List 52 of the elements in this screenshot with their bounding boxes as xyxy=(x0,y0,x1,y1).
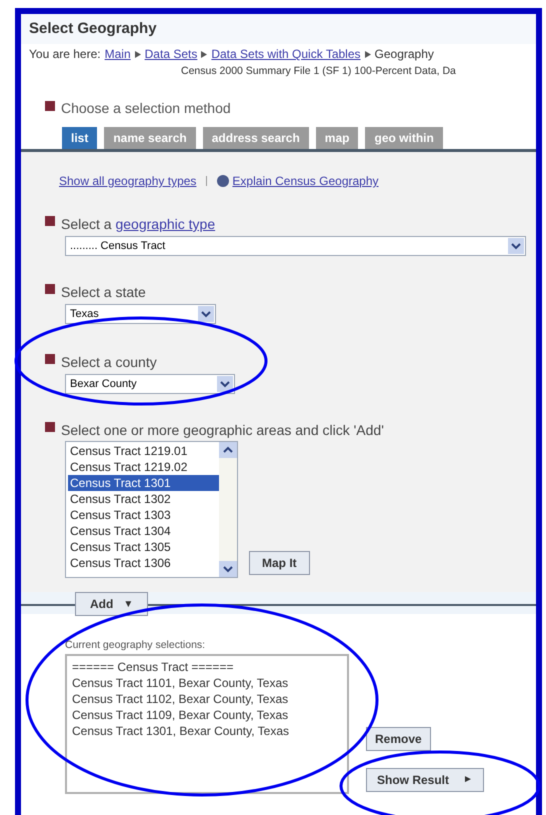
list-option[interactable]: Census Tract 1219.01 xyxy=(68,443,219,459)
caret-icon: ▼ xyxy=(123,596,134,612)
selection-list[interactable]: ====== Census Tract ====== Census Tract 1101, Bexar County, Texas Census Tract 1102, Bexar County, Texas Census Tract 1109, Bexar County, Texas Census Tract 1301, Bexar County, Texas xyxy=(65,654,349,794)
bullet-icon xyxy=(45,101,55,111)
list-option[interactable]: Census Tract 1219.02 xyxy=(68,459,219,475)
list-option[interactable]: Census Tract 1304 xyxy=(68,523,219,539)
area-list[interactable]: Census Tract 1219.01 Census Tract 1219.02 Census Tract 1301 Census Tract 1302 Census Tract 1303 Census Tract 1304 Census Tract 1305 Census Tract 1306 xyxy=(65,441,238,578)
list-option[interactable]: Census Tract 1102, Bexar County, Texas xyxy=(72,690,347,707)
breadcrumb-link[interactable]: Main xyxy=(104,45,131,63)
list-option[interactable]: Census Tract 1301 xyxy=(68,475,219,491)
page-title: Select Geography xyxy=(29,18,157,39)
map-button[interactable]: Map It xyxy=(249,551,310,575)
help-link[interactable]: Explain Census Geography xyxy=(232,172,379,190)
bullet-icon xyxy=(45,216,55,226)
list-option[interactable]: Census Tract 1303 xyxy=(68,507,219,523)
geographic-type-link[interactable]: geographic type xyxy=(115,214,216,235)
scrollbar[interactable] xyxy=(219,442,237,577)
tab[interactable]: list xyxy=(62,127,98,149)
field-label: Select a xyxy=(61,215,113,234)
bullet-icon xyxy=(45,284,55,294)
breadcrumb-link[interactable]: Data Sets xyxy=(144,45,198,63)
breadcrumb-current: Geography xyxy=(374,46,434,63)
list-option[interactable]: Census Tract 1302 xyxy=(68,491,219,507)
list-option[interactable]: Census Tract 1306 xyxy=(68,555,219,571)
list-option[interactable]: Census Tract 1305 xyxy=(68,539,219,555)
add-button[interactable]: Add ▼ xyxy=(75,592,148,616)
bullet-icon xyxy=(45,422,55,432)
scroll-up-icon[interactable] xyxy=(219,442,237,458)
breadcrumb-label: You are here: xyxy=(29,46,101,63)
field-label: Select a county xyxy=(61,353,157,372)
help-link[interactable]: Show all geography types xyxy=(59,172,196,190)
breadcrumb-link[interactable]: Data Sets with Quick Tables xyxy=(211,45,361,63)
bullet-icon xyxy=(45,354,55,364)
breadcrumb-arrow-icon xyxy=(201,50,208,58)
field-label: Select a state xyxy=(61,283,146,302)
field-label: Current geography selections: xyxy=(65,638,206,653)
dataset-name: Census 2000 Summary File 1 (SF 1) 100-Percent Data, Da xyxy=(180,64,457,79)
list-option[interactable]: Census Tract 1109, Bexar County, Texas xyxy=(72,706,347,723)
dropdown[interactable]: ......... Census Tract xyxy=(65,236,526,256)
show-result-button[interactable]: Show Result ► xyxy=(366,768,484,792)
section-label: Choose a selection method xyxy=(61,99,231,118)
dropdown[interactable]: Bexar County xyxy=(65,374,235,394)
play-icon: ► xyxy=(463,772,473,788)
list-option[interactable]: Census Tract 1101, Bexar County, Texas xyxy=(72,674,347,691)
remove-button[interactable]: Remove xyxy=(366,726,431,751)
scroll-down-icon[interactable] xyxy=(219,561,237,577)
field-label: Select one or more geographic areas and click 'Add' xyxy=(61,421,384,440)
list-option[interactable]: Census Tract 1301, Bexar County, Texas xyxy=(72,722,347,739)
breadcrumb-arrow-icon xyxy=(364,50,371,58)
list-option[interactable]: ====== Census Tract ====== xyxy=(72,658,347,675)
info-icon xyxy=(217,175,230,187)
breadcrumb-arrow-icon xyxy=(134,50,141,58)
